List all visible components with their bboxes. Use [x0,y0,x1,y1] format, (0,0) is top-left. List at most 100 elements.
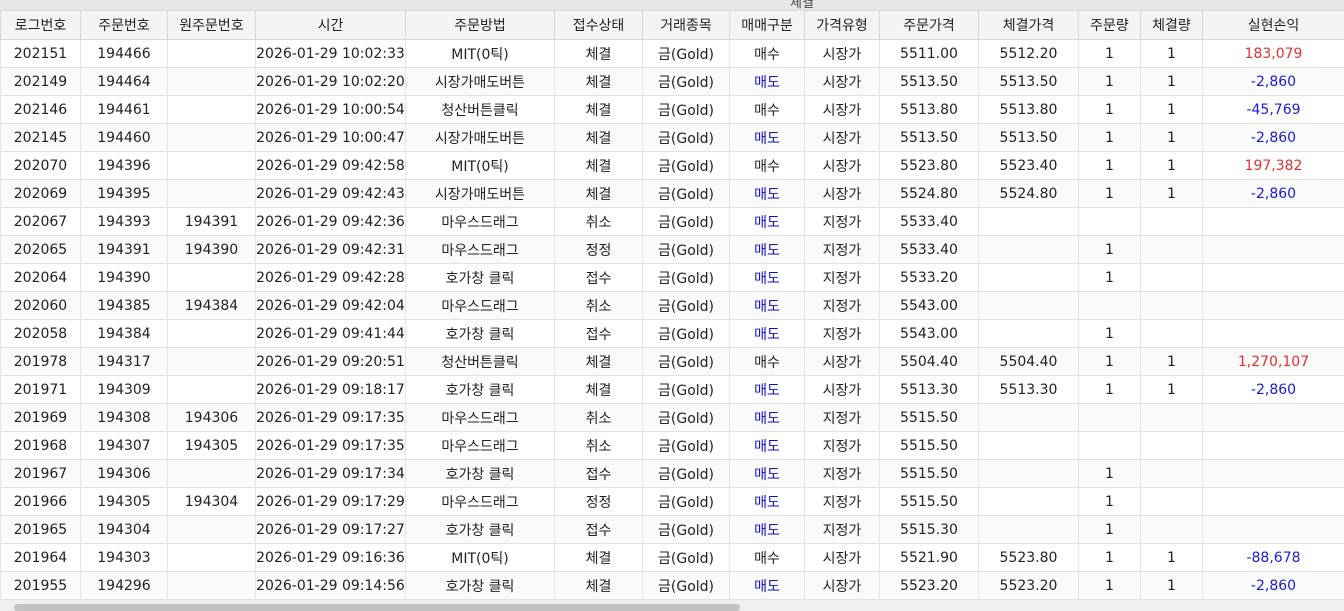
cell-log-no: 201971 [0,375,81,404]
table-row[interactable]: 202069 194395 2026-01-29 09:42:43 시장가매도버튼 체결… [0,179,1344,208]
cell-log-no: 201964 [0,543,81,572]
cell-time: 2026-01-29 09:42:31 [255,235,406,264]
cell-realized-pnl: -2,860 [1202,571,1344,600]
table-row[interactable]: 202058 194384 2026-01-29 09:41:44 호가창 클릭 접수 금… [0,319,1344,348]
cell-fill-price [978,207,1079,236]
column-header-order-qty[interactable]: 주문량 [1078,10,1141,40]
cell-fill-price: 5513.80 [978,95,1079,124]
table-row[interactable]: 201964 194303 2026-01-29 09:16:36 MIT(0틱) 체결… [0,543,1344,572]
cell-order-method: 호가창 클릭 [405,375,555,404]
table-row[interactable]: 202060 194385 194384 2026-01-29 09:42:04 마우스… [0,291,1344,320]
table-row[interactable]: 202067 194393 194391 2026-01-29 09:42:36 마우스… [0,207,1344,236]
cell-order-price: 5513.50 [879,67,979,96]
column-header-realized-pnl[interactable]: 실현손익 [1202,10,1344,40]
cell-price-type: 시장가 [804,39,880,68]
cell-order-no: 194395 [80,179,168,208]
table-row[interactable]: 202146 194461 2026-01-29 10:00:54 청산버튼클릭 체결 금… [0,95,1344,124]
cell-orig-order-no [167,319,256,348]
table-row[interactable]: 202065 194391 194390 2026-01-29 09:42:31 마우스… [0,235,1344,264]
cell-order-method: MIT(0틱) [405,543,555,572]
table-row[interactable]: 202149 194464 2026-01-29 10:02:20 시장가매도버튼 체결… [0,67,1344,96]
cell-realized-pnl: -2,860 [1202,179,1344,208]
cell-order-price: 5515.50 [879,431,979,460]
cell-fill-qty: 1 [1140,95,1203,124]
cell-side: 매도 [729,291,805,320]
scrollbar-thumb[interactable] [14,604,740,611]
cell-fill-qty [1140,403,1203,432]
column-header-order-no[interactable]: 주문번호 [80,10,168,40]
cell-order-price: 5533.20 [879,263,979,292]
column-header-price-type[interactable]: 가격유형 [804,10,880,40]
column-header-order-price[interactable]: 주문가격 [879,10,979,40]
cell-time: 2026-01-29 10:00:47 [255,123,406,152]
table-row[interactable]: 202070 194396 2026-01-29 09:42:58 MIT(0틱) 체결… [0,151,1344,180]
table-row[interactable]: 201968 194307 194305 2026-01-29 09:17:35 마우스… [0,431,1344,460]
cell-realized-pnl [1202,515,1344,544]
cell-log-no: 201955 [0,571,81,600]
cell-orig-order-no [167,151,256,180]
cell-order-no: 194296 [80,571,168,600]
table-row[interactable]: 201971 194309 2026-01-29 09:18:17 호가창 클릭 체결 금… [0,375,1344,404]
cell-status: 접수 [554,319,643,348]
cell-status: 취소 [554,403,643,432]
cell-instrument: 금(Gold) [642,151,730,180]
cell-instrument: 금(Gold) [642,571,730,600]
cell-instrument: 금(Gold) [642,67,730,96]
table-body: 202151 194466 2026-01-29 10:02:33 MIT(0틱) 체결… [0,39,1344,600]
cell-status: 접수 [554,459,643,488]
cell-order-no: 194396 [80,151,168,180]
table-row[interactable]: 202151 194466 2026-01-29 10:02:33 MIT(0틱) 체결… [0,39,1344,68]
cell-time: 2026-01-29 10:02:20 [255,67,406,96]
cell-time: 2026-01-29 09:42:43 [255,179,406,208]
column-header-time[interactable]: 시간 [255,10,406,40]
cell-instrument: 금(Gold) [642,319,730,348]
column-header-fill-qty[interactable]: 체결량 [1140,10,1203,40]
cell-order-qty: 1 [1078,347,1141,376]
cell-side: 매도 [729,571,805,600]
cell-order-qty: 1 [1078,67,1141,96]
cell-order-no: 194393 [80,207,168,236]
column-header-log-no[interactable]: 로그번호 [0,10,81,40]
cell-fill-qty [1140,459,1203,488]
cell-orig-order-no: 194305 [167,431,256,460]
cell-instrument: 금(Gold) [642,347,730,376]
table-row[interactable]: 201966 194305 194304 2026-01-29 09:17:29 마우스… [0,487,1344,516]
table-row[interactable]: 201967 194306 2026-01-29 09:17:34 호가창 클릭 접수 금… [0,459,1344,488]
cell-status: 접수 [554,515,643,544]
cell-price-type: 시장가 [804,543,880,572]
cell-order-price: 5513.80 [879,95,979,124]
table-row[interactable]: 202064 194390 2026-01-29 09:42:28 호가창 클릭 접수 금… [0,263,1344,292]
column-header-fill-price[interactable]: 체결가격 [978,10,1079,40]
column-header-instrument[interactable]: 거래종목 [642,10,730,40]
cell-fill-qty: 1 [1140,39,1203,68]
cell-fill-qty [1140,207,1203,236]
cell-side: 매도 [729,431,805,460]
column-header-side[interactable]: 매매구분 [729,10,805,40]
table-row[interactable]: 201978 194317 2026-01-29 09:20:51 청산버튼클릭 체결 금… [0,347,1344,376]
cell-time: 2026-01-29 09:42:36 [255,207,406,236]
cell-side: 매도 [729,403,805,432]
cell-order-qty: 1 [1078,571,1141,600]
table-row[interactable]: 201955 194296 2026-01-29 09:14:56 호가창 클릭 체결 금… [0,571,1344,600]
cell-order-qty: 1 [1078,375,1141,404]
cell-order-method: 시장가매도버튼 [405,67,555,96]
table-row[interactable]: 201969 194308 194306 2026-01-29 09:17:35 마우스… [0,403,1344,432]
cell-status: 체결 [554,123,643,152]
cell-price-type: 시장가 [804,95,880,124]
column-header-order-method[interactable]: 주문방법 [405,10,555,40]
cell-price-type: 시장가 [804,123,880,152]
cell-orig-order-no: 194391 [167,207,256,236]
cell-instrument: 금(Gold) [642,459,730,488]
cell-order-price: 5513.50 [879,123,979,152]
cell-fill-price [978,403,1079,432]
cell-orig-order-no [167,515,256,544]
horizontal-scrollbar[interactable] [0,600,1344,611]
cell-price-type: 지정가 [804,235,880,264]
table-row[interactable]: 201965 194304 2026-01-29 09:17:27 호가창 클릭 접수 금… [0,515,1344,544]
column-header-orig-order-no[interactable]: 원주문번호 [167,10,256,40]
column-header-status[interactable]: 접수상태 [554,10,643,40]
cell-fill-price: 5523.20 [978,571,1079,600]
cell-price-type: 지정가 [804,515,880,544]
cell-log-no: 202069 [0,179,81,208]
table-row[interactable]: 202145 194460 2026-01-29 10:00:47 시장가매도버튼 체결… [0,123,1344,152]
